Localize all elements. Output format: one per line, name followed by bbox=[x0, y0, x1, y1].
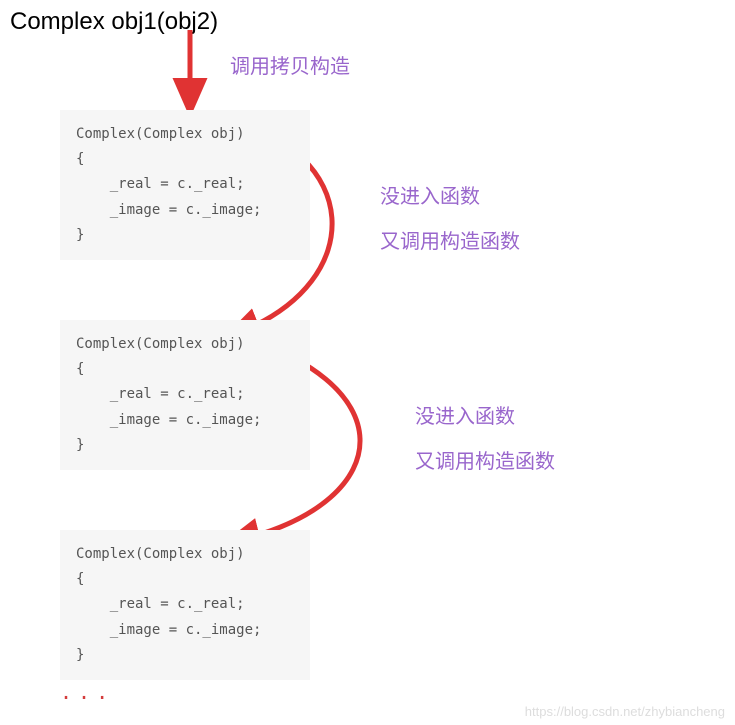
code-line: } bbox=[76, 227, 84, 243]
code-line: } bbox=[76, 647, 84, 663]
code-line: _real = c._real; bbox=[76, 386, 245, 402]
annotation-call-again-2: 又调用构造函数 bbox=[415, 445, 555, 474]
annotation-call-copy-constructor: 调用拷贝构造 bbox=[230, 50, 350, 79]
annotation-not-entered-1: 没进入函数 bbox=[380, 180, 480, 209]
code-line: _real = c._real; bbox=[76, 176, 245, 192]
annotation-not-entered-2: 没进入函数 bbox=[415, 400, 515, 429]
code-line: _image = c._image; bbox=[76, 622, 261, 638]
code-line: _image = c._image; bbox=[76, 202, 261, 218]
code-block-1: Complex(Complex obj) { _real = c._real; … bbox=[60, 110, 310, 260]
code-line: } bbox=[76, 437, 84, 453]
code-line: { bbox=[76, 361, 84, 377]
code-line: { bbox=[76, 571, 84, 587]
diagram-title: Complex obj1(obj2) bbox=[10, 8, 218, 36]
watermark: https://blog.csdn.net/zhybiancheng bbox=[525, 704, 725, 719]
code-line: Complex(Complex obj) bbox=[76, 126, 245, 142]
annotation-call-again-1: 又调用构造函数 bbox=[380, 225, 520, 254]
code-block-3: Complex(Complex obj) { _real = c._real; … bbox=[60, 530, 310, 680]
code-line: _real = c._real; bbox=[76, 596, 245, 612]
code-line: Complex(Complex obj) bbox=[76, 336, 245, 352]
ellipsis-continuation: ... bbox=[60, 680, 114, 704]
code-line: { bbox=[76, 151, 84, 167]
code-line: _image = c._image; bbox=[76, 412, 261, 428]
code-line: Complex(Complex obj) bbox=[76, 546, 245, 562]
code-block-2: Complex(Complex obj) { _real = c._real; … bbox=[60, 320, 310, 470]
